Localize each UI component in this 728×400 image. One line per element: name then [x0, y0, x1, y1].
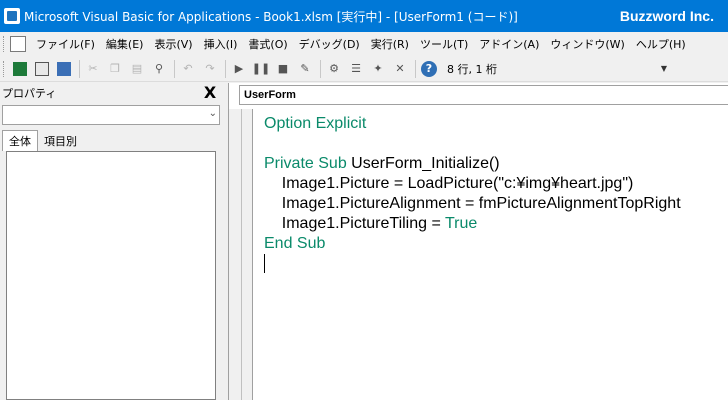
code-text: Image1.PictureAlignment = fmPictureAlign…	[264, 195, 681, 212]
excel-view-icon[interactable]	[10, 59, 30, 79]
menu-tools[interactable]: ツール(T)	[420, 36, 468, 52]
code-line[interactable]	[264, 134, 681, 154]
menu-debug[interactable]: デバッグ(D)	[299, 36, 360, 52]
toolbar-separator	[415, 59, 416, 78]
code-editor[interactable]: Option Explicit Private Sub UserForm_Ini…	[264, 114, 681, 274]
object-combo[interactable]: UserForm	[239, 85, 728, 105]
tab-categorized[interactable]: 項目別	[38, 131, 83, 151]
menu-run[interactable]: 実行(R)	[371, 36, 409, 52]
break-icon[interactable]: ❚❚	[251, 59, 271, 79]
save-icon[interactable]	[54, 59, 74, 79]
cut-icon[interactable]: ✂	[83, 59, 103, 79]
menu-window[interactable]: ウィンドウ(W)	[550, 36, 624, 52]
toolbar-separator	[320, 59, 321, 78]
insert-userform-icon[interactable]	[32, 59, 52, 79]
chevron-down-icon[interactable]: ⌄	[209, 108, 217, 119]
code-line[interactable]: Image1.Picture = LoadPicture("c:¥img¥hea…	[264, 174, 681, 194]
close-icon[interactable]: X	[201, 84, 219, 102]
code-line[interactable]: Private Sub UserForm_Initialize()	[264, 154, 681, 174]
code-text: Image1.Picture = LoadPicture("c:¥img¥hea…	[264, 175, 634, 192]
menu-addins[interactable]: アドイン(A)	[479, 36, 539, 52]
properties-title: プロパティ	[2, 87, 57, 100]
vba-app-icon	[4, 8, 20, 24]
undo-icon[interactable]: ↶	[178, 59, 198, 79]
redo-icon[interactable]: ↷	[200, 59, 220, 79]
code-line[interactable]: End Sub	[264, 234, 681, 254]
menu-file[interactable]: ファイル(F)	[36, 36, 95, 52]
project-explorer-icon[interactable]: ⚙	[324, 59, 344, 79]
standard-toolbar: ✂ ❐ ▤ ⚲ ↶ ↷ ▶ ❚❚ ■ ✎ ⚙ ☰ ✦ ✕ ? 8 行, 1 桁 …	[0, 56, 728, 82]
reset-icon[interactable]: ■	[273, 59, 293, 79]
object-selector[interactable]: ⌄	[2, 105, 220, 125]
tab-alphabetic[interactable]: 全体	[2, 130, 38, 151]
code-line[interactable]: Image1.PictureAlignment = fmPictureAlign…	[264, 194, 681, 214]
design-mode-icon[interactable]: ✎	[295, 59, 315, 79]
code-keyword: Option Explicit	[264, 115, 367, 132]
menubar-grip[interactable]	[3, 36, 7, 52]
code-window: UserForm Option Explicit Private Sub Use…	[228, 83, 728, 400]
title-bar: Microsoft Visual Basic for Applications …	[0, 0, 728, 32]
gutter-divider	[241, 109, 253, 400]
menu-edit[interactable]: 編集(E)	[106, 36, 144, 52]
toolbar-grip[interactable]	[3, 60, 7, 77]
menu-bar: ファイル(F) 編集(E) 表示(V) 挿入(I) 書式(O) デバッグ(D) …	[0, 32, 728, 56]
code-keyword: End Sub	[264, 235, 326, 252]
properties-window-icon[interactable]: ☰	[346, 59, 366, 79]
code-keyword: True	[444, 215, 478, 232]
find-icon[interactable]: ⚲	[149, 59, 169, 79]
brand-label: Buzzword Inc.	[619, 8, 714, 24]
code-line[interactable]: Option Explicit	[264, 114, 681, 134]
paste-icon[interactable]: ▤	[127, 59, 147, 79]
properties-window: プロパティ X ⌄ 全体 項目別	[0, 83, 222, 400]
menu-insert[interactable]: 挿入(I)	[204, 36, 238, 52]
cursor-position: 8 行, 1 桁	[447, 62, 497, 76]
properties-header: プロパティ X	[0, 83, 222, 103]
toolbar-separator	[225, 59, 226, 78]
code-line[interactable]: Image1.PictureTiling = True	[264, 214, 681, 234]
menu-format[interactable]: 書式(O)	[248, 36, 287, 52]
toolbar-separator	[79, 59, 80, 78]
properties-list[interactable]	[6, 151, 216, 400]
code-line[interactable]	[264, 254, 681, 274]
toolbox-icon[interactable]: ✕	[390, 59, 410, 79]
code-keyword: Private Sub	[264, 155, 352, 172]
toolbar-separator	[174, 59, 175, 78]
run-icon[interactable]: ▶	[229, 59, 249, 79]
toolbar-options-chevron-icon[interactable]: ▼	[659, 60, 669, 78]
code-text: Image1.PictureTiling =	[264, 215, 445, 232]
text-caret	[264, 254, 265, 274]
window-title: Microsoft Visual Basic for Applications …	[24, 9, 518, 24]
copy-icon[interactable]: ❐	[105, 59, 125, 79]
properties-tabs: 全体 項目別	[0, 130, 222, 151]
object-browser-icon[interactable]: ✦	[368, 59, 388, 79]
menu-view[interactable]: 表示(V)	[154, 36, 192, 52]
help-icon[interactable]: ?	[419, 59, 439, 79]
document-icon[interactable]	[10, 36, 26, 52]
code-text: UserForm_Initialize()	[351, 155, 500, 172]
menu-help[interactable]: ヘルプ(H)	[636, 36, 686, 52]
